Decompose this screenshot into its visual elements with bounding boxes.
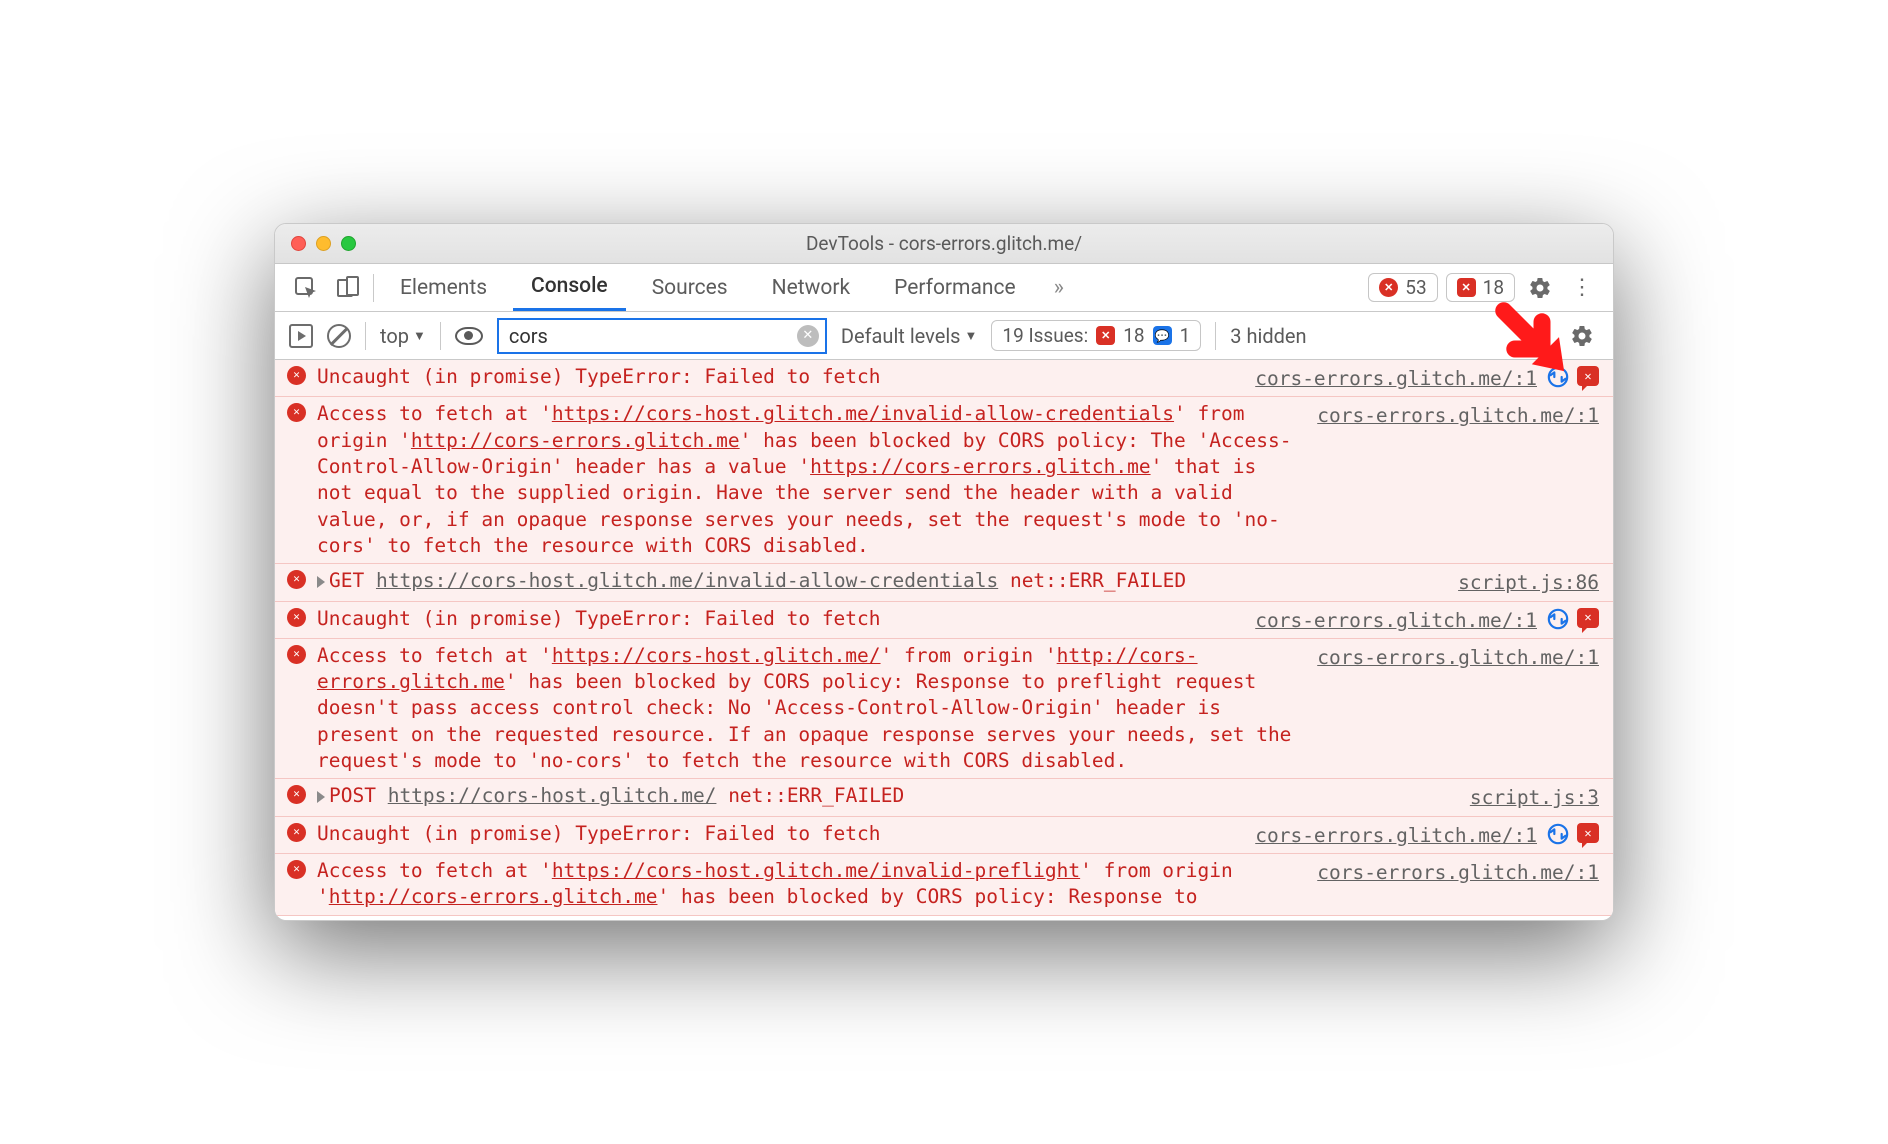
message-source-link[interactable]: script.js:3 (1470, 783, 1599, 811)
kebab-menu-icon[interactable]: ⋮ (1565, 271, 1599, 305)
window-title: DevTools - cors-errors.glitch.me/ (275, 232, 1613, 255)
message-source-link[interactable]: cors-errors.glitch.me/:1 (1255, 606, 1537, 634)
issues-err-count: 18 (1483, 276, 1504, 299)
reload-icon[interactable] (1547, 608, 1569, 630)
chevron-down-icon: ▼ (965, 328, 978, 344)
console-message[interactable]: GET https://cors-host.glitch.me/invalid-… (275, 563, 1613, 601)
levels-label: Default levels (841, 324, 961, 348)
console-message[interactable]: Uncaught (in promise) TypeError: Failed … (275, 601, 1613, 639)
console-message[interactable]: Access to fetch at 'https://cors-host.gl… (275, 396, 1613, 564)
issues-err-count: 18 (1123, 324, 1144, 347)
divider (373, 274, 374, 302)
message-text: Uncaught (in promise) TypeError: Failed … (317, 821, 1245, 849)
message-source-link[interactable]: script.js:86 (1458, 568, 1599, 596)
more-tabs-button[interactable]: » (1042, 275, 1076, 300)
tab-network[interactable]: Network (754, 264, 869, 311)
tab-console[interactable]: Console (513, 264, 626, 311)
message-text: POST https://cors-host.glitch.me/ net::E… (317, 783, 1460, 811)
errors-count: 53 (1405, 276, 1426, 299)
reload-icon[interactable] (1547, 366, 1569, 388)
live-expression-icon[interactable] (455, 327, 483, 345)
expand-triangle-icon[interactable] (317, 576, 325, 588)
issues-badge[interactable]: 18 (1446, 273, 1515, 302)
error-circle-icon (287, 366, 306, 385)
clear-filter-icon[interactable]: ✕ (797, 325, 819, 347)
titlebar: DevTools - cors-errors.glitch.me/ (275, 224, 1613, 264)
message-text: Access to fetch at 'https://cors-host.gl… (317, 401, 1307, 559)
inspect-element-icon[interactable] (289, 271, 323, 305)
console-message[interactable]: Uncaught (in promise) TypeError: Failed … (275, 816, 1613, 854)
console-filter-bar: top ▼ ✕ Default levels ▼ 19 Issues: 18 💬… (275, 312, 1613, 360)
error-circle-icon (287, 403, 306, 422)
filter-input[interactable] (497, 318, 827, 354)
issue-error-icon (1457, 278, 1476, 297)
tab-performance[interactable]: Performance (876, 264, 1033, 311)
issue-chat-icon[interactable] (1577, 608, 1599, 628)
reload-icon[interactable] (1547, 823, 1569, 845)
issue-chat-icon[interactable] (1577, 823, 1599, 843)
issues-label: 19 Issues: (1002, 324, 1088, 347)
error-circle-icon (287, 860, 306, 879)
issue-info-icon: 💬 (1153, 326, 1172, 345)
error-circle-icon (287, 823, 306, 842)
context-selector[interactable]: top ▼ (380, 324, 426, 348)
error-circle-icon (287, 570, 306, 589)
console-message[interactable]: POST https://cors-host.glitch.me/ net::E… (275, 778, 1613, 816)
settings-icon[interactable] (1523, 271, 1557, 305)
hidden-count[interactable]: 3 hidden (1230, 324, 1306, 348)
console-message[interactable]: Access to fetch at 'https://cors-host.gl… (275, 853, 1613, 916)
context-label: top (380, 324, 409, 348)
issue-chat-icon[interactable] (1577, 366, 1599, 386)
console-message[interactable]: Uncaught (in promise) TypeError: Failed … (275, 360, 1613, 397)
error-circle-icon (287, 608, 306, 627)
message-text: Uncaught (in promise) TypeError: Failed … (317, 606, 1245, 634)
message-source-link[interactable]: cors-errors.glitch.me/:1 (1255, 364, 1537, 392)
device-toolbar-icon[interactable] (331, 271, 365, 305)
console-message[interactable]: Access to fetch at 'https://cors-host.gl… (275, 638, 1613, 780)
message-text: Access to fetch at 'https://cors-host.gl… (317, 858, 1307, 911)
message-source-link[interactable]: cors-errors.glitch.me/:1 (1317, 401, 1599, 559)
issue-error-icon (1096, 326, 1115, 345)
error-circle-icon (287, 645, 306, 664)
tab-sources[interactable]: Sources (634, 264, 746, 311)
message-source-link[interactable]: cors-errors.glitch.me/:1 (1255, 821, 1537, 849)
message-text: Access to fetch at 'https://cors-host.gl… (317, 643, 1307, 775)
message-source-link[interactable]: cors-errors.glitch.me/:1 (1317, 858, 1599, 911)
error-circle-icon (1379, 278, 1398, 297)
tab-elements[interactable]: Elements (382, 264, 505, 311)
issues-info-count: 1 (1180, 324, 1191, 347)
console-settings-icon[interactable] (1565, 319, 1599, 353)
devtools-window: DevTools - cors-errors.glitch.me/ Elemen… (274, 223, 1614, 921)
log-levels-selector[interactable]: Default levels ▼ (841, 324, 978, 348)
message-text: Uncaught (in promise) TypeError: Failed … (317, 364, 1245, 392)
main-tabs: Elements Console Sources Network Perform… (275, 264, 1613, 312)
status-badges: 53 18 (1368, 273, 1515, 302)
expand-triangle-icon[interactable] (317, 791, 325, 803)
errors-badge[interactable]: 53 (1368, 273, 1437, 302)
message-source-link[interactable]: cors-errors.glitch.me/:1 (1317, 643, 1599, 775)
message-text: GET https://cors-host.glitch.me/invalid-… (317, 568, 1448, 596)
clear-console-icon[interactable] (327, 324, 351, 348)
error-circle-icon (287, 785, 306, 804)
show-console-sidebar-icon[interactable] (289, 324, 313, 348)
issues-summary[interactable]: 19 Issues: 18 💬 1 (991, 320, 1201, 351)
console-messages: Uncaught (in promise) TypeError: Failed … (275, 360, 1613, 920)
chevron-down-icon: ▼ (413, 328, 426, 344)
